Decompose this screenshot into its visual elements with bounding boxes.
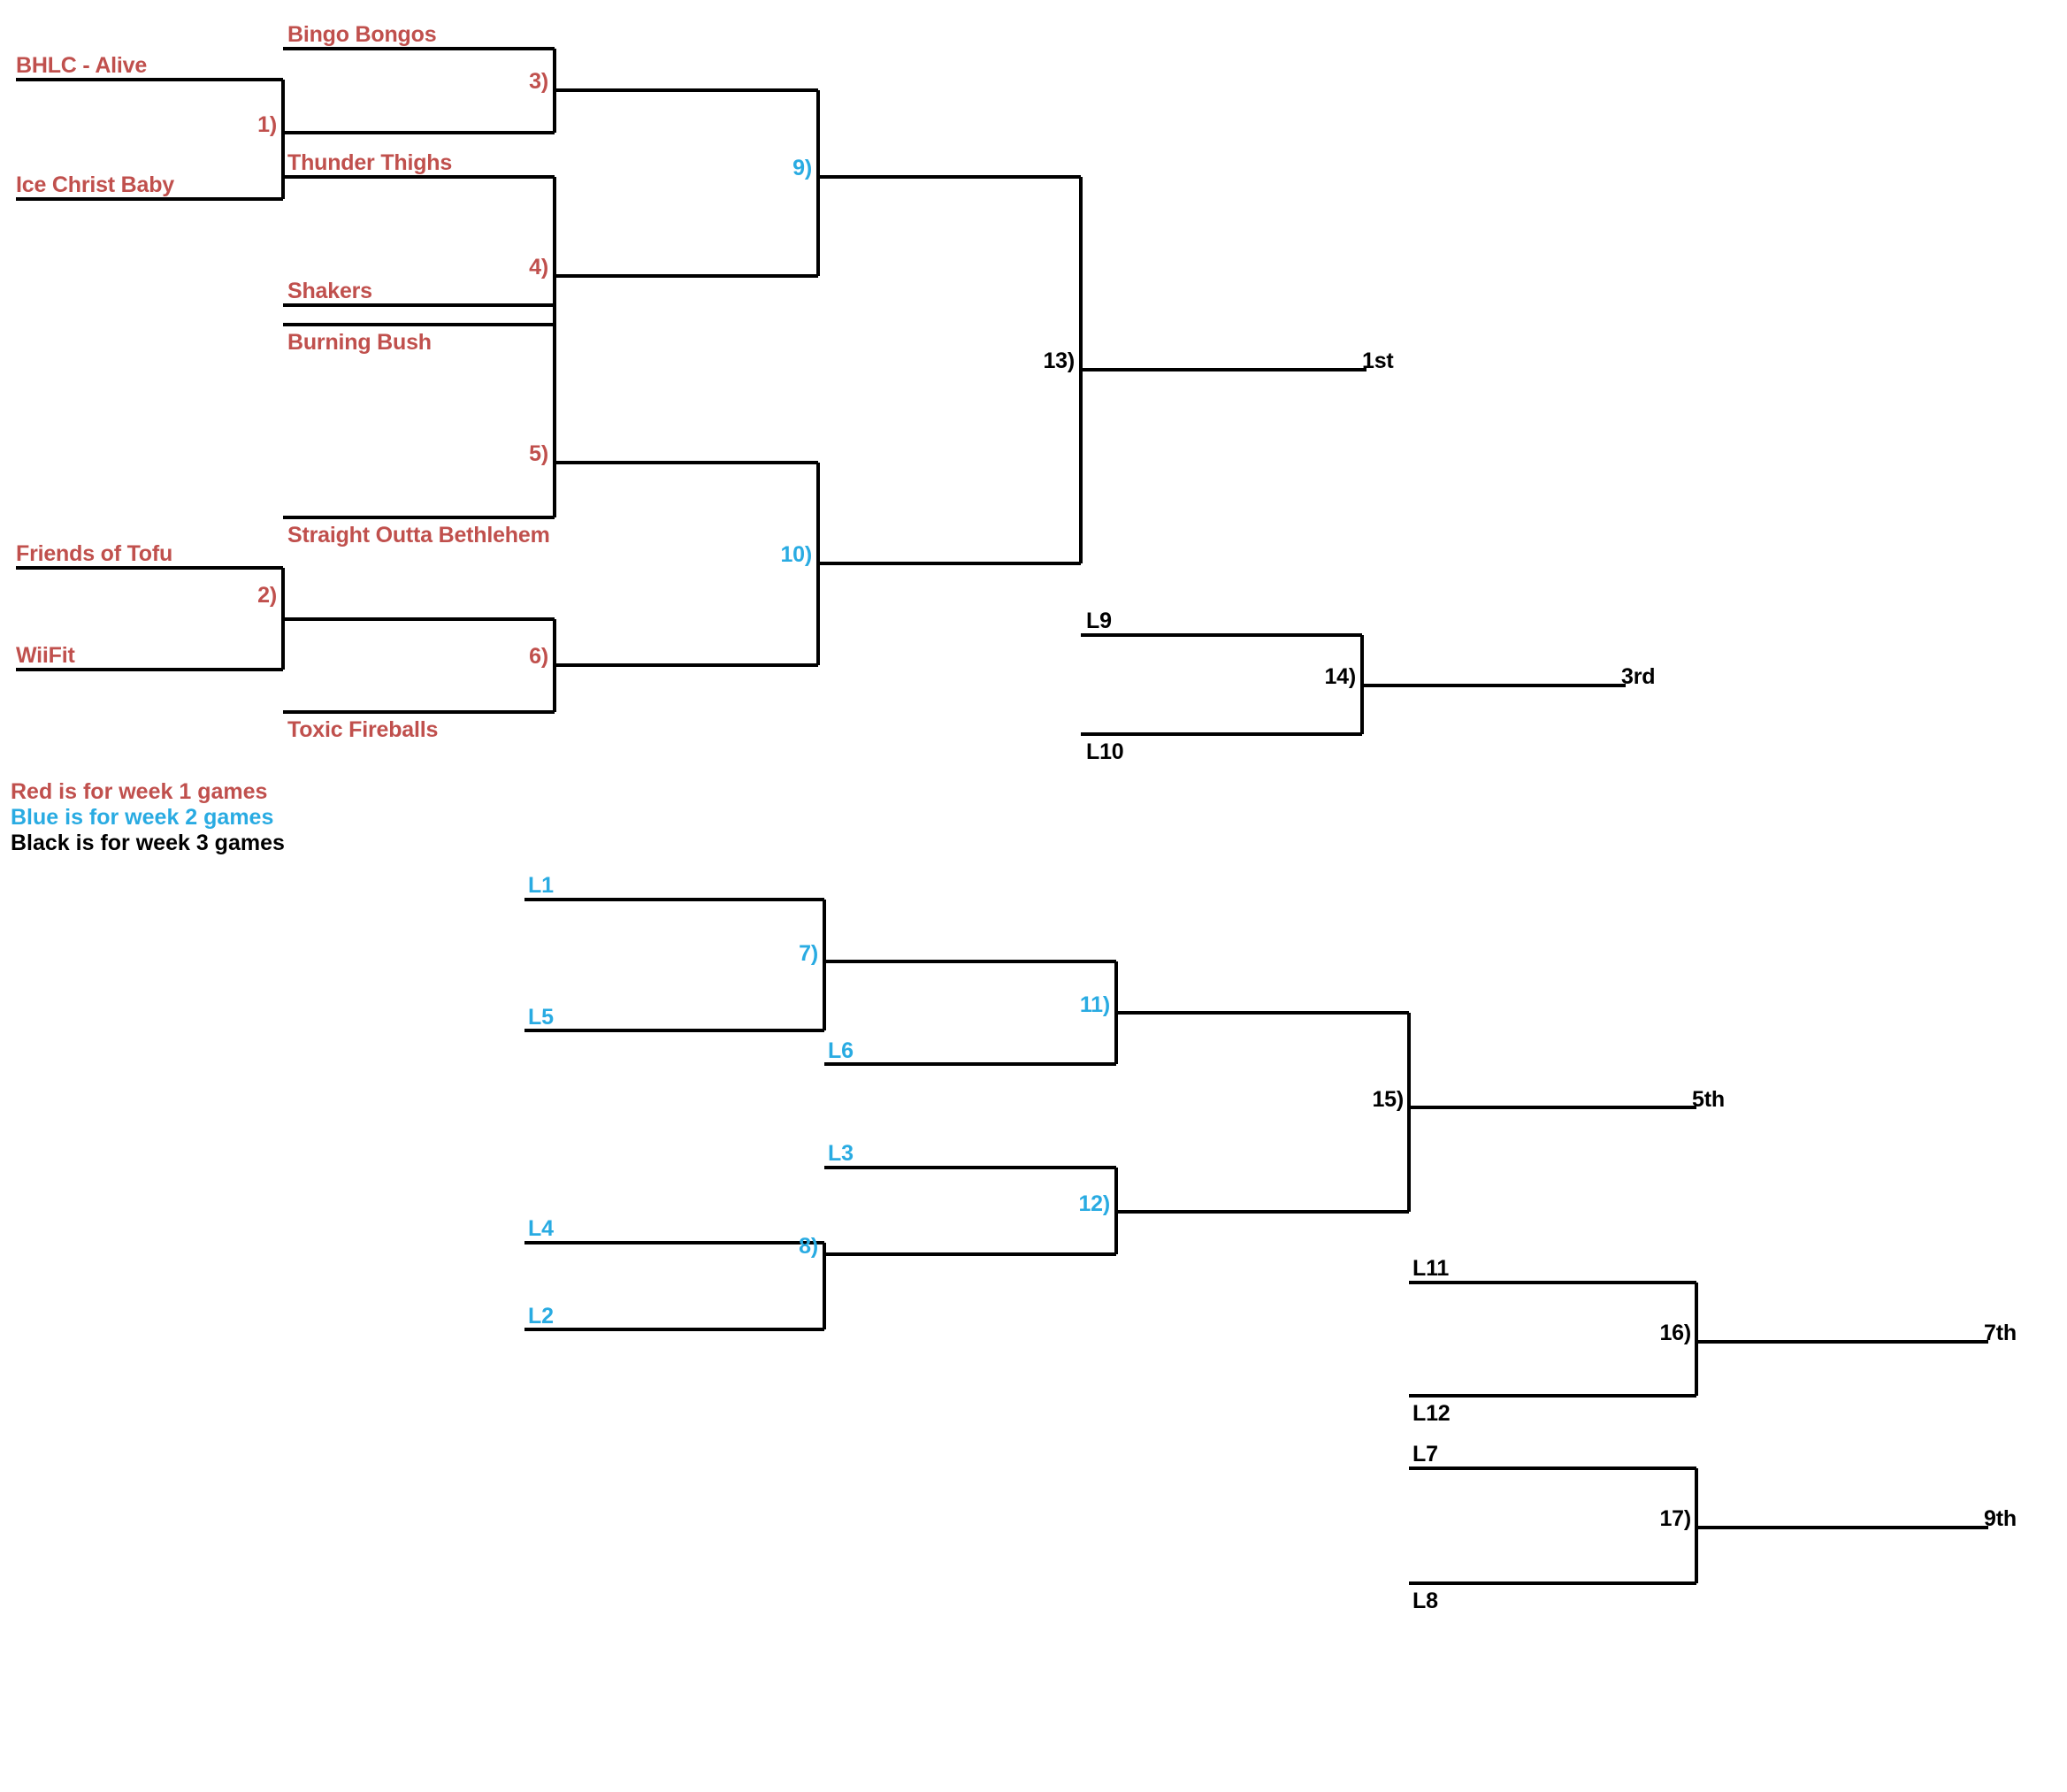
- game-number-14: 14): [1324, 664, 1356, 689]
- game-number-10: 10): [780, 542, 812, 567]
- slot-label-ice-christ-baby: Ice Christ Baby: [16, 172, 175, 197]
- slot-label-wiifit: WiiFit: [16, 643, 75, 668]
- game-number-12: 12): [1078, 1191, 1110, 1216]
- placement-label-first: 1st: [1362, 348, 1394, 373]
- slot-label-l3: L3: [828, 1141, 854, 1166]
- legend-week1: Red is for week 1 games: [11, 779, 268, 804]
- placement-label-third: 3rd: [1621, 664, 1656, 689]
- game-number-7: 7): [799, 941, 818, 966]
- slot-label-toxic-fireballs: Toxic Fireballs: [287, 717, 439, 742]
- game-number-13: 13): [1043, 348, 1075, 373]
- slot-label-l4: L4: [528, 1216, 554, 1241]
- slot-label-friends-of-tofu: Friends of Tofu: [16, 541, 173, 566]
- game-number-17: 17): [1659, 1506, 1691, 1531]
- game-number-4: 4): [529, 255, 548, 280]
- tournament-bracket: BHLC - Alive Ice Christ Baby Bingo Bongo…: [0, 0, 2067, 1792]
- slot-label-l6: L6: [828, 1038, 854, 1063]
- game-number-16: 16): [1659, 1321, 1691, 1345]
- slot-label-l8: L8: [1412, 1589, 1438, 1613]
- game-number-5: 5): [529, 441, 548, 466]
- slot-label-l7: L7: [1412, 1442, 1438, 1467]
- game-number-8: 8): [799, 1234, 818, 1259]
- game-number-2: 2): [257, 583, 277, 608]
- legend-week2: Blue is for week 2 games: [11, 805, 274, 830]
- legend-week3: Black is for week 3 games: [11, 831, 285, 855]
- slot-label-bhlc-alive: BHLC - Alive: [16, 53, 148, 78]
- slot-label-l1: L1: [528, 873, 554, 898]
- game-number-1: 1): [257, 112, 277, 137]
- slot-label-l12: L12: [1412, 1401, 1451, 1426]
- game-number-11: 11): [1079, 992, 1110, 1017]
- game-number-9: 9): [792, 156, 812, 180]
- placement-label-seventh: 7th: [1984, 1321, 2017, 1345]
- game-number-3: 3): [529, 69, 548, 94]
- slot-label-thunder-thighs: Thunder Thighs: [287, 150, 453, 175]
- slot-label-l10: L10: [1086, 739, 1124, 764]
- legend: Red is for week 1 games Blue is for week…: [11, 779, 285, 856]
- slot-label-shakers: Shakers: [287, 279, 372, 303]
- slot-label-l5: L5: [528, 1005, 554, 1030]
- slot-label-l9: L9: [1086, 609, 1112, 633]
- placement-label-fifth: 5th: [1692, 1087, 1725, 1112]
- game-number-6: 6): [529, 644, 548, 669]
- game-number-15: 15): [1372, 1087, 1404, 1112]
- slot-label-straight-outta-bethlehem: Straight Outta Bethlehem: [287, 523, 550, 548]
- slot-label-bingo-bongos: Bingo Bongos: [287, 22, 437, 47]
- slot-label-burning-bush: Burning Bush: [287, 330, 432, 355]
- slot-label-l2: L2: [528, 1304, 554, 1329]
- slot-label-l11: L11: [1412, 1256, 1450, 1281]
- bracket-lines: [16, 47, 1988, 1585]
- placement-label-ninth: 9th: [1984, 1506, 2017, 1531]
